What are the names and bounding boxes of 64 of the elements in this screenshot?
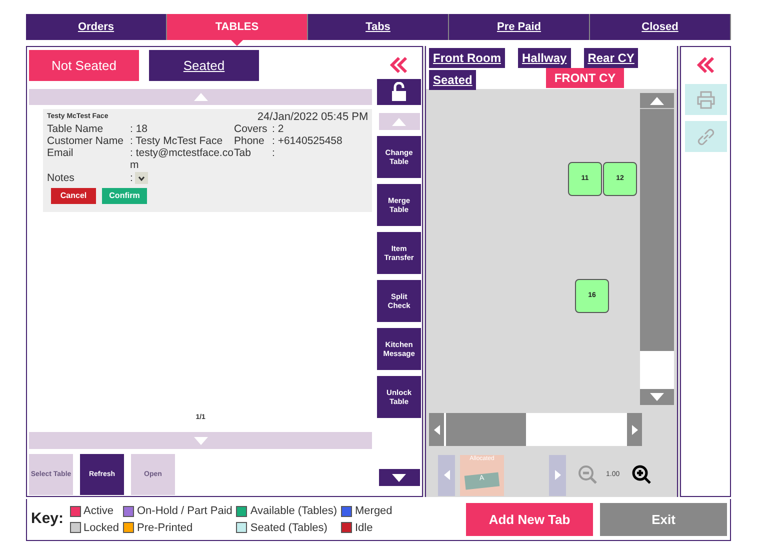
legend-label: Locked	[84, 520, 119, 536]
top-tab[interactable]: Closed	[590, 14, 731, 40]
top-tab[interactable]: Orders	[26, 14, 167, 40]
field-label: Tab	[234, 147, 252, 161]
legend-label: Merged	[355, 504, 392, 519]
notes-dropdown[interactable]	[134, 172, 148, 184]
chevron-down-icon	[138, 176, 145, 180]
scroll-down-button[interactable]	[378, 469, 420, 486]
legend-label: Active	[84, 504, 114, 519]
field-value: : testy@mctestface.co m	[130, 147, 234, 171]
zoom-out-icon[interactable]	[578, 465, 598, 485]
legend-label: Seated (Tables)	[250, 520, 328, 536]
right-arrow-icon	[554, 470, 560, 480]
up-arrow-icon	[392, 118, 406, 126]
field-label: Email	[47, 147, 74, 161]
legend-label: Available (Tables)	[250, 504, 337, 519]
top-tab[interactable]: Pre Paid	[449, 14, 590, 40]
add-tab-button[interactable]: Add New Tab	[466, 503, 593, 536]
lock-button[interactable]	[377, 79, 422, 105]
left-arrow-icon	[444, 470, 450, 480]
order-date: 24/Jan/2022 05:45 PM	[257, 111, 368, 123]
collapse-icon[interactable]	[389, 55, 410, 75]
up-arrow-icon	[194, 93, 208, 101]
field-value: : 18	[130, 123, 149, 135]
link-button[interactable]	[684, 121, 726, 152]
field-label: Phone	[234, 135, 266, 147]
down-arrow-icon	[392, 474, 406, 482]
next-button[interactable]	[549, 454, 566, 496]
horizontal-scrollbar[interactable]	[429, 413, 642, 446]
down-arrow-icon	[650, 393, 664, 401]
print-button[interactable]	[684, 84, 726, 115]
field-value: :	[272, 147, 275, 161]
field-value: :	[130, 172, 133, 184]
field-label: Notes	[47, 172, 76, 184]
up-arrow-icon	[650, 96, 664, 104]
key-label: Key:	[31, 509, 64, 530]
down-arrow-icon	[194, 436, 208, 444]
left-arrow-icon	[434, 424, 440, 434]
top-tab[interactable]: Tabs	[308, 14, 449, 40]
area-tab[interactable]: Seated	[429, 70, 476, 90]
unlock-icon	[391, 82, 408, 102]
exit-button[interactable]: Exit	[600, 503, 727, 536]
collapse-icon[interactable]	[696, 55, 716, 75]
field-label: Customer Name	[47, 135, 124, 147]
zoom-in-icon[interactable]	[632, 465, 652, 485]
filter-tab[interactable]: Not Seated	[29, 50, 139, 81]
legend-label: On-Hold / Part Paid	[137, 504, 232, 519]
field-label: Table Name	[47, 123, 104, 135]
area-tab[interactable]: Hallway	[518, 48, 571, 68]
right-arrow-icon	[632, 424, 638, 434]
field-value: : Testy McTest Face	[130, 135, 224, 147]
prev-button[interactable]	[438, 454, 455, 496]
filter-tab[interactable]: Seated	[149, 50, 259, 81]
cancel-button[interactable]: Cancel	[51, 188, 96, 204]
area-tab[interactable]: Front Room	[429, 48, 505, 68]
area-tab[interactable]: FRONT CY	[546, 68, 624, 88]
legend-label: Pre-Printed	[137, 520, 193, 536]
vertical-scrollbar[interactable]	[640, 93, 674, 405]
printer-icon	[696, 90, 716, 108]
field-value: : 2	[272, 123, 284, 135]
field-label: Covers	[234, 123, 268, 135]
legend-label: Idle	[355, 520, 373, 536]
field-value: : +6140525458	[272, 135, 342, 147]
area-tab[interactable]: Rear CY	[584, 48, 638, 68]
